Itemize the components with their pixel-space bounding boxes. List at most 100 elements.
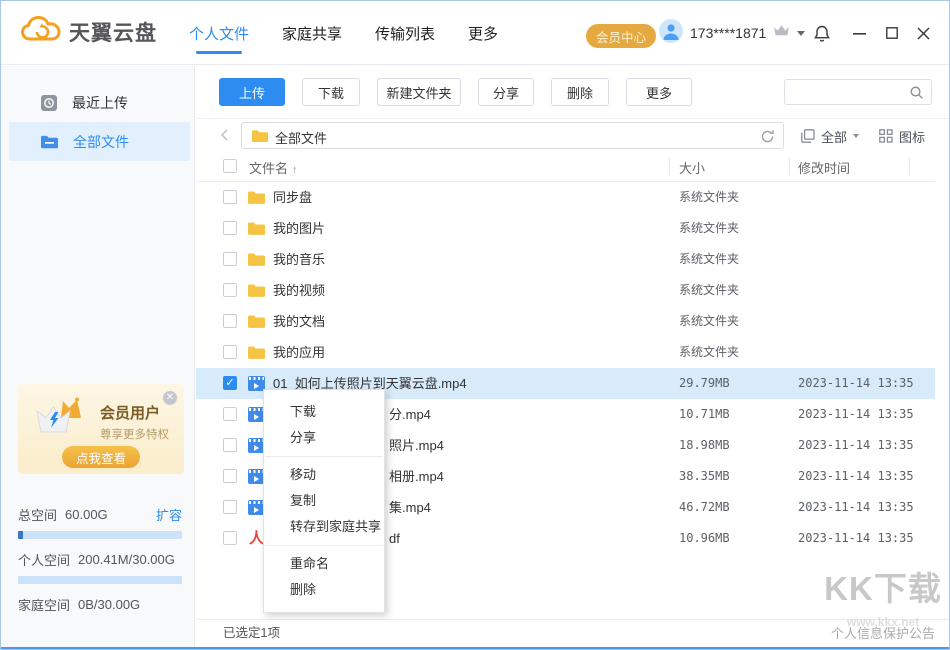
title-bar: 天翼云盘 个人文件家庭共享传输列表更多 会员中心 173****1871	[1, 1, 949, 65]
select-all-checkbox[interactable]	[223, 159, 237, 173]
table-row[interactable]: 我的应用系统文件夹	[196, 337, 935, 368]
sidebar: 最近上传全部文件 ✕ 会员用户 尊享更多特权 点我查看 总空间 60.00G 扩…	[1, 66, 195, 647]
row-checkbox[interactable]: ✓	[223, 376, 237, 390]
context-menu-item[interactable]: 删除	[264, 577, 384, 603]
file-size: 系统文件夹	[679, 337, 739, 368]
row-checkbox[interactable]	[223, 438, 237, 452]
sidebar-list: 最近上传全部文件	[1, 66, 194, 161]
personal-space-label: 个人空间	[18, 550, 70, 569]
total-space-value: 60.00G	[65, 507, 108, 522]
cloud-logo-icon	[21, 15, 61, 48]
context-menu-item[interactable]: 下载	[264, 399, 384, 425]
row-checkbox[interactable]	[223, 252, 237, 266]
menu-divider	[265, 456, 383, 457]
column-date[interactable]: 修改时间	[798, 158, 850, 177]
sidebar-item-1[interactable]: 全部文件	[9, 122, 190, 161]
search-input[interactable]	[793, 80, 905, 104]
sort-ascending-icon[interactable]: ↑	[292, 164, 298, 176]
file-size: 10.71MB	[679, 399, 730, 430]
context-menu-item[interactable]: 转存到家庭共享	[264, 514, 384, 540]
row-checkbox[interactable]	[223, 190, 237, 204]
nav-tab-1[interactable]: 家庭共享	[282, 1, 342, 65]
table-row[interactable]: 我的视频 系统文件夹	[196, 275, 935, 306]
close-icon[interactable]: ✕	[163, 391, 177, 405]
chevron-down-icon	[853, 134, 859, 138]
storage-panel: 总空间 60.00G 扩容 个人空间 200.41M/30.00G 家庭空间 0…	[18, 504, 182, 618]
table-header: 文件名 ↑ 大小 修改时间	[196, 151, 935, 182]
context-menu-item[interactable]: 重命名	[264, 551, 384, 577]
column-name: 文件名	[249, 161, 288, 176]
row-checkbox[interactable]	[223, 469, 237, 483]
file-size: 38.35MB	[679, 461, 730, 492]
table-row[interactable]: 我的音乐系统文件夹	[196, 244, 935, 275]
window-bottom-edge	[1, 647, 949, 649]
row-checkbox[interactable]	[223, 500, 237, 514]
row-checkbox[interactable]	[223, 345, 237, 359]
member-center-button[interactable]: 会员中心	[586, 24, 656, 48]
path-bar: 全部文件 全部	[196, 118, 949, 151]
nav-tab-3[interactable]: 更多	[468, 1, 498, 65]
member-crown-icon	[773, 24, 790, 42]
toolbar-button[interactable]: 上传	[219, 78, 285, 106]
refresh-icon[interactable]	[760, 129, 775, 149]
search-icon[interactable]	[909, 85, 924, 105]
chevron-down-icon	[797, 31, 805, 36]
crown-icon	[30, 396, 92, 443]
maximize-button[interactable]	[886, 1, 898, 65]
file-size: 系统文件夹	[679, 213, 739, 244]
account-menu[interactable]: 173****1871	[659, 21, 805, 45]
toolbar-button[interactable]: 新建文件夹	[377, 78, 461, 106]
file-date: 2023-11-14 13:35	[798, 492, 914, 523]
context-menu-item[interactable]: 分享	[264, 425, 384, 451]
filter-label: 全部	[821, 127, 847, 146]
username: 173****1871	[690, 25, 766, 41]
close-button[interactable]	[917, 1, 930, 65]
file-size: 10.96MB	[679, 523, 730, 554]
toolbar-button[interactable]: 更多	[626, 78, 692, 106]
avatar	[659, 19, 683, 48]
file-name: 我的图片	[273, 213, 325, 244]
file-date: 2023-11-14 13:35	[798, 461, 914, 492]
row-checkbox[interactable]	[223, 283, 237, 297]
status-bar: 已选定1项 个人信息保护公告	[196, 619, 949, 647]
toolbar-button[interactable]: 下载	[302, 78, 360, 106]
search-box	[784, 79, 932, 105]
context-menu-item[interactable]: 移动	[264, 462, 384, 488]
row-checkbox[interactable]	[223, 407, 237, 421]
table-row[interactable]: 我的文档系统文件夹	[196, 306, 935, 337]
toolbar-button[interactable]: 分享	[478, 78, 534, 106]
nav-tab-0[interactable]: 个人文件	[189, 1, 249, 65]
column-divider	[669, 158, 670, 175]
promo-cta-button[interactable]: 点我查看	[62, 446, 140, 468]
address-bar[interactable]: 全部文件	[241, 122, 784, 149]
file-size: 系统文件夹	[679, 275, 739, 306]
back-button[interactable]	[217, 127, 233, 148]
minimize-button[interactable]	[853, 1, 866, 65]
filter-dropdown[interactable]: 全部	[801, 126, 859, 146]
expand-storage-link[interactable]: 扩容	[156, 505, 182, 524]
file-date: 2023-11-14 13:35	[798, 430, 914, 461]
column-divider	[789, 158, 790, 175]
file-name: 我的视频	[273, 275, 325, 306]
icon-view-toggle[interactable]: 图标	[879, 126, 925, 146]
privacy-notice-link[interactable]: 个人信息保护公告	[831, 620, 935, 647]
table-row[interactable]: 我的图片 系统文件夹	[196, 213, 935, 244]
toolbar-button[interactable]: 删除	[551, 78, 609, 106]
promo-title: 会员用户	[100, 402, 160, 423]
row-checkbox[interactable]	[223, 221, 237, 235]
promo-subtitle: 尊享更多特权	[100, 426, 169, 442]
nav-tab-2[interactable]: 传输列表	[375, 1, 435, 65]
table-row[interactable]: 同步盘系统文件夹	[196, 182, 935, 213]
member-promo-banner[interactable]: ✕ 会员用户 尊享更多特权 点我查看	[18, 384, 184, 474]
sidebar-item-0[interactable]: 最近上传	[9, 83, 190, 122]
file-name: 我的文档	[273, 306, 325, 337]
row-checkbox[interactable]	[223, 314, 237, 328]
column-size[interactable]: 大小	[679, 158, 705, 177]
family-space-meter	[18, 576, 182, 584]
context-menu-item[interactable]: 复制	[264, 488, 384, 514]
folder-icon	[248, 252, 265, 267]
row-checkbox[interactable]	[223, 531, 237, 545]
file-name: 我的音乐	[273, 244, 325, 275]
total-space-label: 总空间	[18, 505, 57, 524]
notification-bell-button[interactable]	[813, 1, 831, 65]
